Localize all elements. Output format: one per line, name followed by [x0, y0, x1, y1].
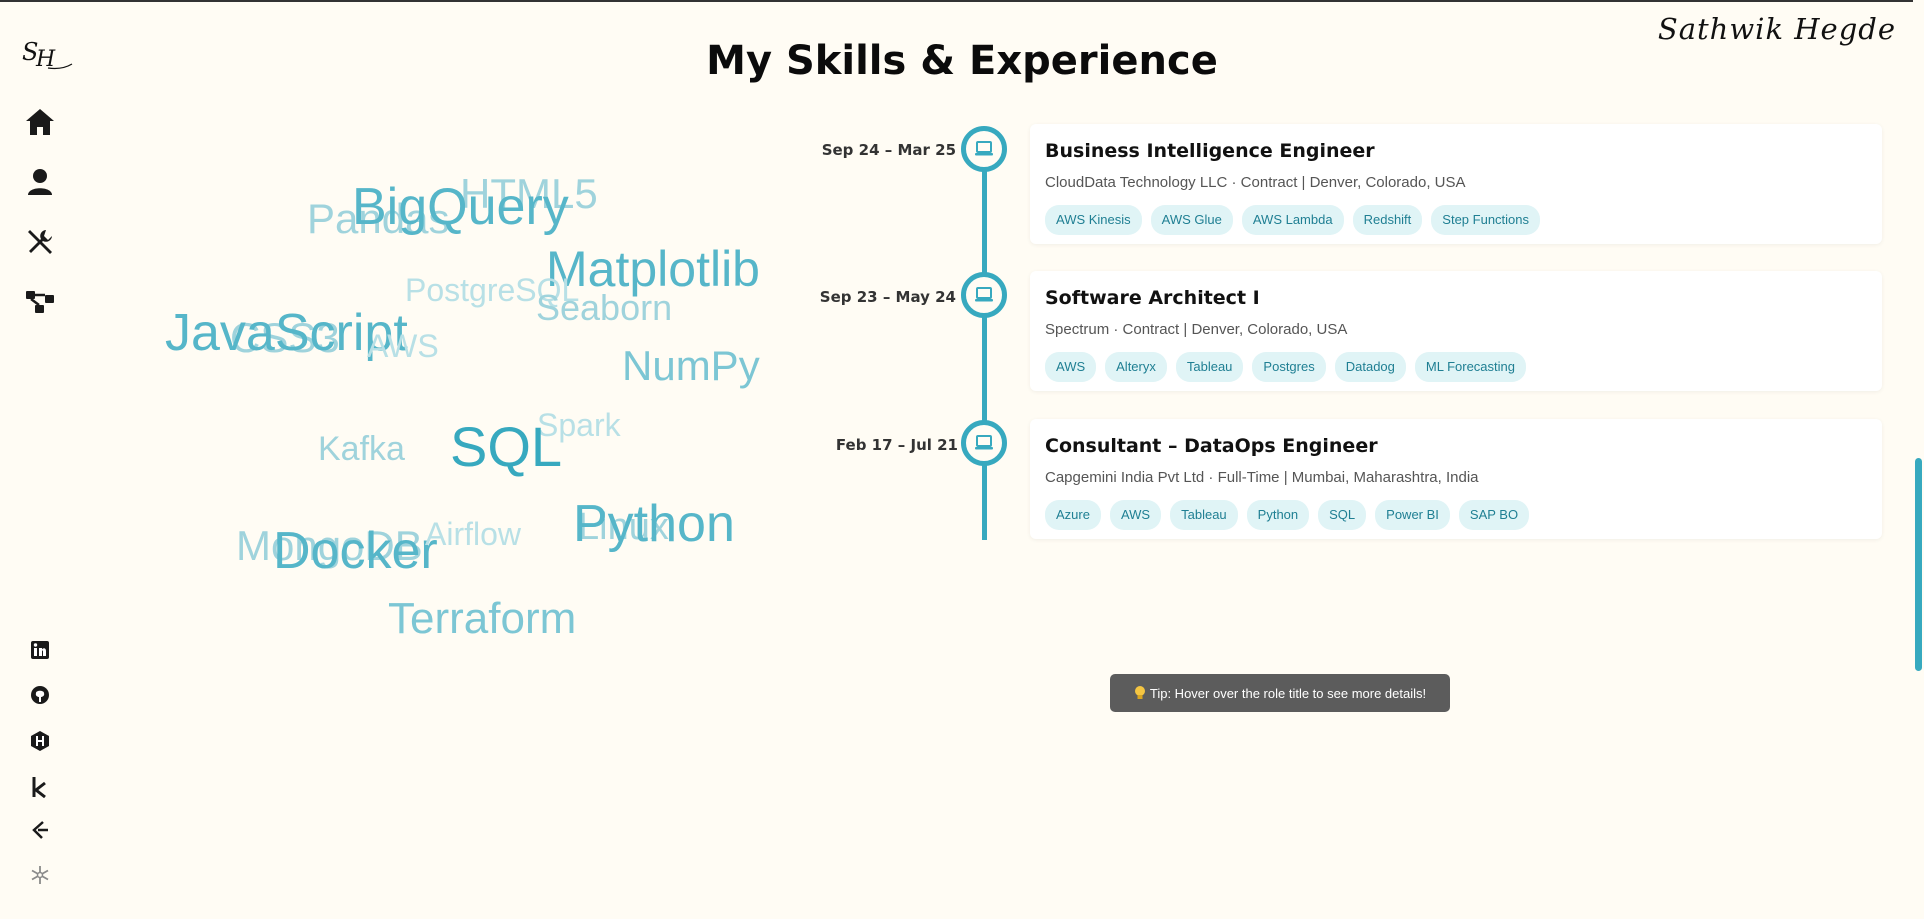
snowflake-icon[interactable]: [0, 860, 80, 890]
skill-word: NumPy: [622, 342, 760, 389]
laptop-icon: [975, 435, 993, 450]
skill-tag: Redshift: [1352, 205, 1423, 235]
network-icon[interactable]: [0, 282, 80, 322]
skill-tag: AWS Kinesis: [1045, 205, 1142, 235]
skill-tag: Datadog: [1334, 352, 1406, 382]
lightbulb-icon: [1134, 686, 1145, 699]
experience-card: Business Intelligence Engineer CloudData…: [1030, 124, 1882, 244]
timeline-date: Sep 23 – May 24: [819, 288, 956, 306]
scrollbar-thumb[interactable]: [1915, 458, 1922, 671]
user-icon[interactable]: [0, 162, 80, 202]
skill-tag: Alteryx: [1105, 352, 1167, 382]
scrollbar[interactable]: [1913, 0, 1924, 919]
skill-tag: Azure: [1045, 500, 1101, 530]
skill-word: BigQuery: [352, 178, 569, 236]
role-title[interactable]: Software Architect I: [1045, 287, 1260, 309]
skill-word: Python: [573, 495, 735, 553]
skill-tag: Power BI: [1375, 500, 1450, 530]
skill-word: AWS: [367, 328, 439, 364]
signature: Sathwik Hegde: [1657, 12, 1896, 46]
tag-list: AWS Alteryx Tableau Postgres Datadog ML …: [1045, 352, 1526, 382]
linkedin-icon[interactable]: [0, 635, 80, 665]
timeline-node: [961, 272, 1007, 318]
skill-tag: Tableau: [1175, 352, 1244, 382]
experience-card: Software Architect I Spectrum · Contract…: [1030, 271, 1882, 391]
timeline-date: Sep 24 – Mar 25: [821, 141, 956, 159]
skill-word: Kafka: [318, 430, 405, 468]
skill-tag: SAP BO: [1458, 500, 1530, 530]
company-info: Spectrum · Contract | Denver, Colorado, …: [1045, 321, 1348, 338]
skill-cloud: HTML5 Pandas BigQuery Matplotlib Postgre…: [80, 120, 800, 680]
skill-tag: Python: [1246, 500, 1310, 530]
company-info: CloudData Technology LLC · Contract | De…: [1045, 174, 1466, 191]
hackerrank-icon[interactable]: [0, 726, 80, 756]
skill-tag: AWS: [1045, 352, 1097, 382]
timeline-line: [982, 150, 987, 540]
experience-card: Consultant – DataOps Engineer Capgemini …: [1030, 419, 1882, 539]
logo[interactable]: S H: [18, 34, 74, 76]
role-title[interactable]: Business Intelligence Engineer: [1045, 140, 1375, 162]
tag-list: Azure AWS Tableau Python SQL Power BI SA…: [1045, 500, 1530, 530]
skill-word: Seaborn: [536, 287, 673, 328]
skill-tag: Tableau: [1170, 500, 1238, 530]
timeline-node: [961, 420, 1007, 466]
company-info: Capgemini India Pvt Ltd · Full-Time | Mu…: [1045, 469, 1479, 486]
laptop-icon: [975, 287, 993, 302]
tip-banner: Tip: Hover over the role title to see mo…: [1110, 674, 1450, 712]
timeline-node: [961, 126, 1007, 172]
tag-list: AWS Kinesis AWS Glue AWS Lambda Redshift…: [1045, 205, 1541, 235]
skill-tag: ML Forecasting: [1414, 352, 1526, 382]
skill-tag: AWS Glue: [1150, 205, 1233, 235]
top-border: [0, 0, 1924, 2]
tools-icon[interactable]: [0, 222, 80, 262]
kaggle-icon[interactable]: [0, 772, 80, 802]
tip-text: Tip: Hover over the role title to see mo…: [1149, 685, 1427, 701]
skill-word: Docker: [273, 522, 438, 580]
role-title[interactable]: Consultant – DataOps Engineer: [1045, 435, 1378, 457]
home-icon[interactable]: [0, 102, 80, 142]
timeline-date: Feb 17 – Jul 21: [835, 436, 958, 454]
skill-tag: Postgres: [1252, 352, 1326, 382]
skill-word: SQL: [450, 415, 563, 478]
sidebar: S H: [0, 0, 80, 919]
laptop-icon: [975, 141, 993, 156]
skill-tag: AWS: [1109, 500, 1162, 530]
skill-tag: Step Functions: [1431, 205, 1541, 235]
leetcode-icon[interactable]: [0, 815, 80, 845]
skill-tag: SQL: [1318, 500, 1367, 530]
page-title: My Skills & Experience: [706, 38, 1218, 84]
github-icon[interactable]: [0, 680, 80, 710]
skill-tag: AWS Lambda: [1241, 205, 1344, 235]
skill-word: Terraform: [388, 594, 577, 643]
skill-word: Airflow: [425, 516, 522, 552]
